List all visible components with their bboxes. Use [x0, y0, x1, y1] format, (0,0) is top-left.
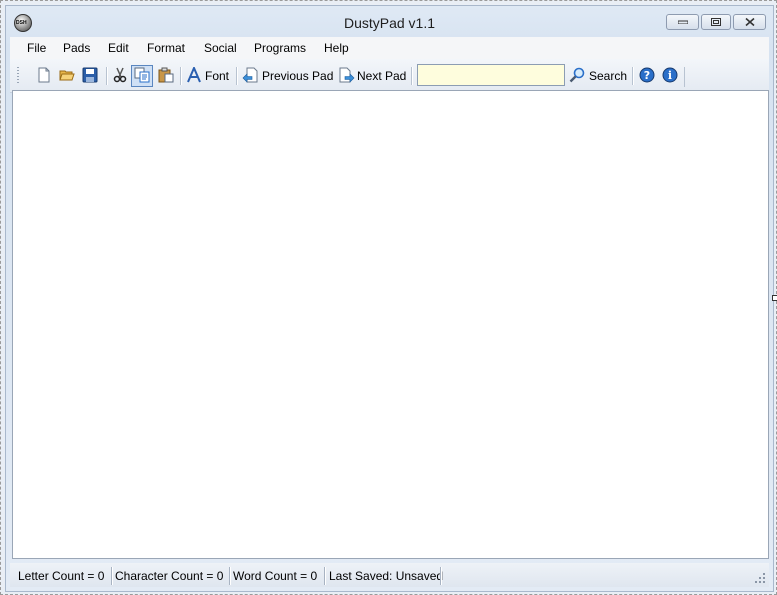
resize-grip-icon[interactable] [755, 573, 765, 583]
word-count-status: Word Count = 0 [233, 569, 318, 583]
toolbar-end-separator [684, 67, 685, 87]
character-count-status: Character Count = 0 [115, 569, 224, 583]
window-resize-handle[interactable] [772, 295, 777, 301]
menu-pads[interactable]: Pads [63, 41, 90, 55]
letter-count-status: Letter Count = 0 [18, 569, 105, 583]
menu-format[interactable]: Format [147, 41, 185, 55]
menu-help[interactable]: Help [324, 41, 349, 55]
maximize-button[interactable] [701, 14, 731, 30]
next-pad-icon[interactable] [339, 67, 355, 83]
toolbar-separator [236, 67, 238, 85]
close-button[interactable] [733, 14, 766, 30]
menu-file[interactable]: File [27, 41, 46, 55]
help-icon[interactable]: ? [639, 67, 655, 83]
svg-text:?: ? [644, 69, 650, 82]
search-button-label[interactable]: Search [589, 69, 627, 83]
window-frame: DSH DustyPad v1.1 File Pads Edit Format … [5, 5, 774, 592]
restore-icon [711, 18, 721, 26]
search-input[interactable] [417, 64, 565, 86]
status-separator [111, 567, 113, 585]
menu-bar: File Pads Edit Format Social Programs He… [10, 37, 769, 59]
text-editor-area[interactable] [12, 90, 769, 559]
open-folder-icon[interactable] [59, 67, 75, 83]
svg-text:i: i [668, 69, 672, 82]
toolbar-separator [632, 67, 634, 85]
menu-social[interactable]: Social [204, 41, 237, 55]
status-separator [440, 567, 442, 585]
menu-edit[interactable]: Edit [108, 41, 129, 55]
app-window: DSH DustyPad v1.1 File Pads Edit Format … [0, 0, 777, 595]
search-icon[interactable] [569, 67, 585, 83]
minimize-button[interactable] [666, 14, 699, 30]
title-bar[interactable]: DSH DustyPad v1.1 [6, 6, 773, 36]
toolbar: Font Previous Pad Next Pad Search ? i [10, 59, 769, 93]
copy-icon[interactable] [134, 67, 150, 83]
save-icon[interactable] [82, 67, 98, 83]
previous-pad-icon[interactable] [242, 67, 258, 83]
toolbar-separator [180, 67, 182, 85]
toolbar-grip[interactable] [17, 67, 19, 85]
font-button-label[interactable]: Font [205, 69, 229, 83]
previous-pad-label[interactable]: Previous Pad [262, 69, 333, 83]
last-saved-status: Last Saved: Unsaved [329, 569, 444, 583]
cut-icon[interactable] [112, 67, 128, 83]
close-icon [744, 17, 755, 27]
status-separator [324, 567, 326, 585]
status-bar: Letter Count = 0 Character Count = 0 Wor… [10, 563, 769, 587]
minimize-icon [677, 20, 688, 24]
font-icon[interactable] [186, 67, 202, 83]
window-title: DustyPad v1.1 [343, 15, 436, 31]
status-separator [229, 567, 231, 585]
paste-icon[interactable] [158, 67, 174, 83]
info-icon[interactable]: i [662, 67, 678, 83]
next-pad-label[interactable]: Next Pad [357, 69, 406, 83]
toolbar-separator [411, 67, 413, 85]
toolbar-separator [106, 67, 108, 85]
new-file-icon[interactable] [36, 67, 52, 83]
menu-programs[interactable]: Programs [254, 41, 306, 55]
